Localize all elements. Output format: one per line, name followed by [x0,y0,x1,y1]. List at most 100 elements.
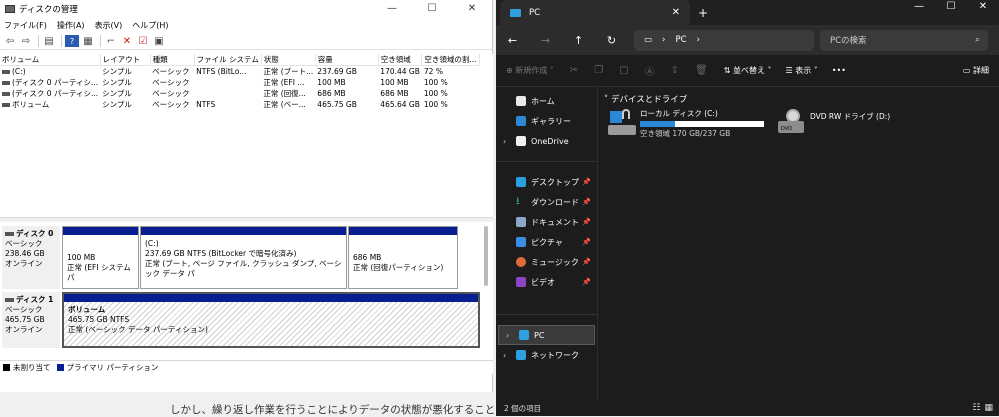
vertical-scrollbar[interactable] [484,226,488,286]
window-title: ディスクの管理 [19,4,78,15]
refresh-icon[interactable]: ↻ [595,34,628,47]
sidebar-item-network[interactable]: › ネットワーク [496,345,597,365]
share-icon[interactable]: ⇪ [671,65,679,76]
group-header[interactable]: ˅ デバイスとドライブ [604,93,687,105]
toolbar: ⇦ ⇨ ▤ ? ▦ ⌐ ✕ ☑ ▣ [0,33,492,50]
breadcrumb-pc[interactable]: PC [675,35,686,45]
more-button[interactable]: ••• [832,66,846,75]
disk-management-icon [5,4,15,13]
status-bar: 2 個の項目 ☷ ▦ [496,400,999,416]
col-free-pct[interactable]: 空き領域の割... [421,54,481,66]
sidebar-item-pc[interactable]: › PC [498,325,595,345]
paste-icon[interactable]: ▢ [619,65,628,76]
minimize-button[interactable]: — [372,3,412,14]
pc-icon [510,8,521,17]
col-filesystem[interactable]: ファイル システム [194,54,262,66]
list-icon[interactable]: ▦ [81,35,95,47]
back-icon[interactable]: ← [496,34,529,47]
drive-d[interactable]: DVD DVD RW ドライブ (D:) [778,109,890,137]
disk-icon [5,298,14,302]
sidebar-item-gallery[interactable]: ギャラリー [496,111,597,131]
details-button[interactable]: ▭ 詳細 [963,65,989,76]
sort-button[interactable]: ⇅ 並べ替え ˅ [724,65,772,76]
chevron-right-icon[interactable]: › [503,137,506,146]
col-layout[interactable]: レイアウト [100,54,151,66]
check-icon[interactable]: ☑ [136,35,150,47]
col-type[interactable]: 種類 [150,54,195,66]
sidebar-item-desktop[interactable]: デスクトップ 📌 [496,172,597,192]
help-icon[interactable]: ? [65,35,79,47]
search-input[interactable]: PCの検索 ⌕ [820,29,988,51]
maximize-button[interactable]: ☐ [412,3,452,14]
col-volume[interactable]: ボリューム [0,54,101,66]
new-button[interactable]: ⊕ 新規作成 ˅ [506,65,554,76]
sidebar-item-home[interactable]: ホーム [496,91,597,111]
network-icon [516,350,526,360]
back-icon[interactable]: ⇦ [3,35,17,47]
pin-icon: 📌 [582,258,591,266]
chevron-right-icon[interactable]: › [506,331,509,340]
disk-0-label[interactable]: ディスク 0 ベーシック 238.46 GB オンライン [2,226,60,289]
home-icon [516,96,526,106]
volume-cell: (ディスク 0 パーティシ... [0,88,100,99]
col-capacity[interactable]: 容量 [315,54,379,66]
sidebar-item-pictures[interactable]: ピクチャ 📌 [496,232,597,252]
sidebar-item-music[interactable]: ミュージック 📌 [496,252,597,272]
menu-help[interactable]: ヘルプ(H) [132,20,168,31]
new-tab-icon[interactable]: + [698,6,708,20]
col-status[interactable]: 状態 [261,54,316,66]
gallery-icon [516,116,526,126]
properties-icon[interactable]: ▣ [152,35,166,47]
cut-icon[interactable]: ✂ [570,65,578,76]
pin-icon: 📌 [582,278,591,286]
chevron-right-icon[interactable]: › [503,351,506,360]
connect-icon[interactable]: ⌐ [104,35,118,47]
forward-icon[interactable]: ⇨ [19,35,33,47]
details-view-icon[interactable]: ☷ [972,403,980,413]
copy-icon[interactable]: ❐ [594,65,603,76]
up-icon[interactable]: ↑ [562,34,595,47]
partition-efi[interactable]: 100 MB 正常 (EFI システム パ [62,226,139,289]
minimize-button[interactable]: — [903,0,935,14]
address-box[interactable]: ▭ › PC › [634,29,814,51]
menu-file[interactable]: ファイル(F) [4,20,47,31]
download-icon: ⭳ [516,196,520,207]
disk-icon [5,232,14,236]
delete-icon[interactable]: ✕ [120,35,134,47]
delete-icon[interactable]: 🗑 [695,65,708,76]
sidebar-item-downloads[interactable]: ⭳ ダウンロード 📌 [496,192,597,212]
maximize-button[interactable]: ☐ [935,0,967,14]
table-row[interactable]: (ディスク 0 パーティシ... シンプル ベーシック 正常 (EFI ... 1… [0,77,480,88]
col-free[interactable]: 空き領域 [378,54,423,66]
rename-icon[interactable]: Ⓐ [645,63,655,78]
command-bar: ⊕ 新規作成 ˅ ✂ ❐ ▢ Ⓐ ⇪ 🗑 ⇅ 並べ替え ˅ ☰ 表示 ˅ •••… [496,55,999,87]
menu-action[interactable]: 操作(A) [57,20,85,31]
table-row[interactable]: (ディスク 0 パーティシ... シンプル ベーシック 正常 (回復... 686… [0,88,480,99]
partition-recovery[interactable]: 686 MB 正常 (回復パーティション) [348,226,458,289]
close-button[interactable]: ✕ [967,0,999,14]
explorer-window: PC ✕ + — ☐ ✕ ← → ↑ ↻ ▭ › PC › PCの検索 ⌕ ⊕ … [496,0,999,416]
drive-c[interactable]: ローカル ディスク (C:) 空き領域 170 GB/237 GB [608,109,764,139]
pin-icon: 📌 [582,198,591,206]
console-tree-icon[interactable]: ▤ [42,35,56,47]
disk-1-label[interactable]: ディスク 1 ベーシック 465.75 GB オンライン [2,292,60,348]
view-button[interactable]: ☰ 表示 ˅ [786,65,818,76]
table-header: ボリューム レイアウト 種類 ファイル システム 状態 容量 空き領域 空き領域… [0,54,481,66]
forward-icon[interactable]: → [529,34,562,47]
partition-c[interactable]: (C:) 237.69 GB NTFS (BitLocker で暗号化済み) 正… [140,226,347,289]
chevron-down-icon: ˅ [604,95,611,105]
close-tab-icon[interactable]: ✕ [672,7,680,18]
volume-icon [2,70,10,74]
volume-icon [2,103,10,107]
partition-volume[interactable]: ボリューム 465.75 GB NTFS 正常 (ベーシック データ パーティシ… [62,292,480,348]
menu-view[interactable]: 表示(V) [95,20,123,31]
sidebar-item-videos[interactable]: ビデオ 📌 [496,272,597,292]
sidebar-item-onedrive[interactable]: › OneDrive [496,131,597,151]
tab-pc[interactable]: PC ✕ [500,0,690,25]
close-button[interactable]: ✕ [452,3,492,14]
sidebar-item-documents[interactable]: ドキュメント 📌 [496,212,597,232]
volume-cell: (C:) [0,66,100,78]
tiles-view-icon[interactable]: ▦ [984,403,993,413]
table-row[interactable]: (C:) シンプル ベーシック NTFS (BitLo... 正常 (ブート... … [0,66,480,78]
table-row[interactable]: ボリューム シンプル ベーシック NTFS 正常 (ベー... 465.75 GB 4… [0,99,480,110]
